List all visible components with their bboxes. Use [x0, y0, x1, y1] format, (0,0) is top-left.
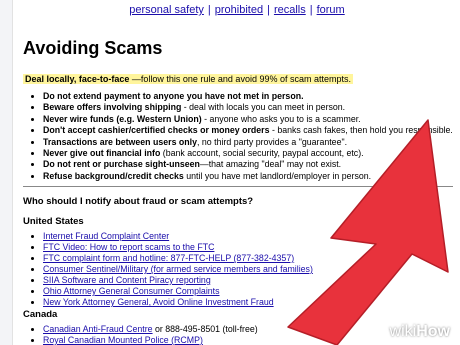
top-navigation: personal safety | prohibited | recalls | forum — [13, 4, 460, 16]
link-canadian-anti-fraud-centre[interactable]: Canadian Anti-Fraud Centre — [43, 324, 153, 334]
link-ftc-video[interactable]: FTC Video: How to report scams to the FT… — [43, 242, 214, 252]
list-item: Royal Canadian Mounted Police (RCMP) — [43, 335, 258, 345]
list-item: Internet Fraud Complaint Center — [43, 231, 313, 242]
rule-text: until you have met landlord/employer in … — [183, 170, 372, 181]
link-text: Consumer Sentinel/Military — [43, 264, 149, 274]
rule-text: - banks cash fakes, then hold you respon… — [269, 125, 453, 136]
rule-bold: Do not extend payment to anyone you have… — [43, 91, 304, 101]
watermark-prefix: wiki — [389, 323, 417, 340]
phone-note: or 888-495-8501 (toll-free) — [152, 324, 258, 334]
united-states-heading: United States — [23, 216, 84, 227]
us-links-list: Internet Fraud Complaint Center FTC Vide… — [23, 231, 313, 308]
nav-separator: | — [267, 4, 270, 16]
intro-highlight: Deal locally, face-to-face —follow this … — [23, 74, 353, 84]
rule-bold: Don't accept cashier/certified checks or… — [43, 125, 270, 136]
canada-links-list: Canadian Anti-Fraud Centre or 888-495-85… — [23, 324, 258, 345]
rule-text: - anyone who asks you to is a scammer. — [201, 113, 361, 124]
wikihow-watermark: wikiHow — [390, 323, 450, 341]
rule-text: - deal with locals you can meet in perso… — [181, 102, 346, 113]
rule-bold: Beware offers involving shipping — [43, 102, 182, 113]
list-item: Consumer Sentinel/Military (for armed se… — [43, 264, 313, 275]
nav-link-personal-safety[interactable]: personal safety — [129, 4, 204, 16]
rule-text: , no third party provides a "guarantee". — [197, 136, 348, 147]
canada-heading: Canada — [23, 309, 58, 320]
rule-bold: Never give out financial info — [43, 148, 161, 159]
intro-rest: —follow this one rule and avoid 99% of s… — [129, 74, 351, 84]
rule-bold: Refuse background/credit checks — [43, 170, 184, 181]
list-item: New York Attorney General, Avoid Online … — [43, 297, 313, 308]
link-consumer-sentinel-military[interactable]: Consumer Sentinel/Military (for armed se… — [43, 264, 313, 274]
list-item: Do not extend payment to anyone you have… — [43, 91, 460, 102]
list-item: Transactions are between users only, no … — [43, 137, 460, 148]
link-new-york-attorney-general[interactable]: New York Attorney General, Avoid Online … — [43, 297, 274, 307]
list-item: Canadian Anti-Fraud Centre or 888-495-85… — [43, 324, 258, 335]
link-note: (for armed service members and families) — [148, 264, 313, 274]
web-page: personal safety | prohibited | recalls | forum… — [12, 0, 460, 345]
watermark-suffix: How — [416, 323, 450, 340]
rule-text: —that amazing "deal" may not exist. — [199, 159, 342, 170]
rule-text: (bank account, social security, paypal a… — [160, 148, 364, 159]
nav-link-prohibited[interactable]: prohibited — [215, 4, 263, 16]
list-item: FTC complaint form and hotline: 877-FTC-… — [43, 253, 313, 264]
link-rcmp[interactable]: Royal Canadian Mounted Police (RCMP) — [43, 335, 203, 345]
rule-bold: Transactions are between users only — [43, 136, 198, 147]
safety-rules-list: Do not extend payment to anyone you have… — [23, 91, 460, 182]
list-item: Never wire funds (e.g. Western Union) - … — [43, 114, 460, 125]
page-title: Avoiding Scams — [23, 38, 163, 58]
intro-bold: Deal locally, face-to-face — [25, 74, 130, 84]
rule-bold: Never wire funds (e.g. Western Union) — [43, 113, 202, 124]
list-item: Beware offers involving shipping - deal … — [43, 102, 460, 113]
nav-link-recalls[interactable]: recalls — [274, 4, 306, 16]
divider — [23, 186, 453, 187]
link-ohio-attorney-general[interactable]: Ohio Attorney General Consumer Complaint… — [43, 286, 220, 296]
link-ftc-complaint-form[interactable]: FTC complaint form and hotline: 877-FTC-… — [43, 253, 294, 263]
list-item: Do not rent or purchase sight-unseen—tha… — [43, 159, 460, 170]
rule-bold: Do not rent or purchase sight-unseen — [43, 159, 200, 170]
link-siia-piracy-reporting[interactable]: SIIA Software and Content Piracy reporti… — [43, 275, 211, 285]
nav-separator: | — [309, 4, 313, 16]
nav-link-forum[interactable]: forum — [317, 4, 345, 16]
nav-separator: | — [207, 4, 211, 16]
list-item: FTC Video: How to report scams to the FT… — [43, 242, 313, 253]
notify-question-heading: Who should I notify about fraud or scam … — [23, 196, 254, 207]
list-item: Refuse background/credit checks until yo… — [43, 171, 460, 182]
list-item: Don't accept cashier/certified checks or… — [43, 125, 460, 136]
link-internet-fraud-complaint-center[interactable]: Internet Fraud Complaint Center — [43, 231, 169, 241]
list-item: Ohio Attorney General Consumer Complaint… — [43, 286, 313, 297]
list-item: SIIA Software and Content Piracy reporti… — [43, 275, 313, 286]
list-item: Never give out financial info (bank acco… — [43, 148, 460, 159]
